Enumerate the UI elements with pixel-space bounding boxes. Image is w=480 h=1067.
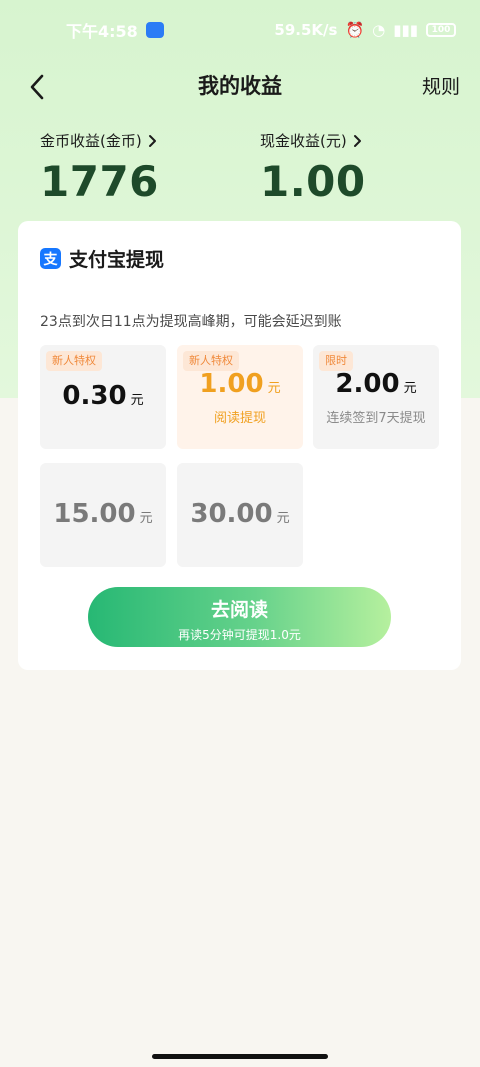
coin-earnings-label: 金币收益(金币): [40, 132, 142, 150]
status-right: 59.5K/s ⏰ ◔ ▮▮▮ 100: [274, 21, 456, 39]
wifi-icon: ◔: [372, 21, 386, 39]
option-amount-unit: 元: [276, 511, 290, 526]
go-read-subtitle: 再读5分钟可提现1.0元: [178, 628, 301, 642]
option-amount: 2.00 元: [313, 369, 439, 399]
option-amount-value: 15.00: [53, 499, 136, 529]
withdraw-option-15-00[interactable]: 15.00 元: [40, 463, 166, 567]
withdraw-card-header: 支 支付宝提现: [40, 245, 164, 272]
coin-earnings-label-row: 金币收益(金币): [40, 130, 159, 151]
option-amount: 15.00 元: [40, 499, 166, 529]
cash-earnings-label: 现金收益(元): [260, 132, 347, 150]
option-amount-unit: 元: [130, 393, 144, 408]
alipay-icon: 支: [40, 248, 61, 269]
withdraw-option-1-00[interactable]: 新人特权 1.00 元 阅读提现: [177, 345, 303, 449]
go-read-button[interactable]: 去阅读 再读5分钟可提现1.0元: [88, 587, 391, 647]
option-amount-value: 1.00: [199, 369, 264, 399]
option-subtitle: 连续签到7天提现: [326, 411, 426, 426]
withdraw-card: 支 支付宝提现 23点到次日11点为提现高峰期，可能会延迟到账 新人特权 0.3…: [18, 221, 461, 670]
option-tag: 新人特权: [183, 351, 239, 371]
go-read-label: 去阅读: [210, 599, 268, 621]
option-amount-unit: 元: [403, 381, 417, 396]
withdraw-option-30-00[interactable]: 30.00 元: [177, 463, 303, 567]
status-net-speed: 59.5K/s: [274, 21, 338, 39]
cash-earnings-value: 1.00: [260, 157, 366, 206]
option-amount-value: 2.00: [335, 369, 400, 399]
option-amount: 30.00 元: [177, 499, 303, 529]
alarm-icon: ⏰: [345, 21, 365, 39]
cash-earnings[interactable]: 现金收益(元) 1.00: [260, 130, 366, 206]
option-amount-value: 30.00: [190, 499, 273, 529]
battery-icon: 100: [426, 23, 456, 37]
page-title: 我的收益: [198, 74, 282, 98]
nav-bar: 我的收益 规则: [0, 60, 480, 110]
chevron-right-icon: [148, 134, 156, 147]
option-tag: 新人特权: [46, 351, 102, 371]
app-notification-icon: [145, 22, 164, 38]
coin-earnings-value: 1776: [40, 157, 159, 206]
rules-link[interactable]: 规则: [422, 72, 460, 99]
option-amount-unit: 元: [139, 511, 153, 526]
withdraw-title: 支付宝提现: [69, 249, 165, 271]
status-time: 下午4:58: [66, 22, 138, 41]
option-amount: 0.30 元: [40, 381, 166, 411]
status-left: 下午4:58: [66, 18, 164, 42]
withdraw-option-2-00[interactable]: 限时 2.00 元 连续签到7天提现: [313, 345, 439, 449]
status-bar: 下午4:58 59.5K/s ⏰ ◔ ▮▮▮ 100: [0, 0, 480, 60]
chevron-right-icon: [353, 134, 361, 147]
signal-icon: ▮▮▮: [393, 21, 418, 39]
option-tag: 限时: [319, 351, 353, 371]
option-amount-unit: 元: [267, 381, 281, 396]
cash-earnings-label-row: 现金收益(元): [260, 130, 366, 151]
home-indicator[interactable]: [152, 1054, 328, 1059]
coin-earnings[interactable]: 金币收益(金币) 1776: [40, 130, 159, 206]
option-subtitle: 阅读提现: [213, 411, 266, 426]
withdraw-notice: 23点到次日11点为提现高峰期，可能会延迟到账: [40, 314, 342, 330]
withdraw-option-0-30[interactable]: 新人特权 0.30 元: [40, 345, 166, 449]
option-amount-value: 0.30: [62, 381, 127, 411]
option-amount: 1.00 元: [177, 369, 303, 399]
